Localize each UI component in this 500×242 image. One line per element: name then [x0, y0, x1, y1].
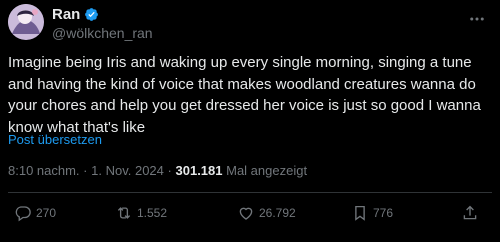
reply-count: 270 — [36, 206, 57, 220]
like-button[interactable]: 26.792 — [237, 204, 296, 222]
bookmark-button[interactable]: 776 — [351, 204, 393, 222]
tweet-text: Imagine being Iris and waking up every s… — [8, 54, 481, 136]
repost-icon — [115, 204, 133, 222]
repost-button[interactable]: 1.552 — [115, 204, 167, 222]
avatar-image-icon — [8, 4, 44, 40]
views-count: 301.181 — [175, 163, 223, 178]
action-bar: 270 1.552 26.792 776 — [0, 200, 500, 226]
share-icon — [461, 204, 479, 222]
tweet: Ran @wölkchen_ran Imagine being Iris and… — [0, 0, 500, 242]
divider — [8, 192, 492, 193]
share-button[interactable] — [461, 204, 479, 222]
tweet-header: Ran @wölkchen_ran — [52, 5, 460, 42]
reply-icon — [14, 204, 32, 222]
tweet-time[interactable]: 8:10 nachm. — [8, 163, 80, 178]
avatar[interactable] — [8, 4, 44, 40]
display-name[interactable]: Ran — [52, 6, 80, 23]
heart-icon — [237, 204, 255, 222]
tweet-date[interactable]: 1. Nov. 2024 — [91, 163, 164, 178]
meta-separator: · — [167, 163, 172, 178]
reply-button[interactable]: 270 — [14, 204, 56, 222]
repost-count: 1.552 — [137, 206, 168, 220]
name-row: Ran — [52, 5, 460, 23]
like-count: 26.792 — [259, 206, 296, 220]
bookmark-count: 776 — [373, 206, 394, 220]
verified-badge-icon — [84, 7, 99, 22]
user-handle[interactable]: @wölkchen_ran — [52, 25, 460, 41]
translate-post-link[interactable]: Post übersetzen — [8, 132, 102, 147]
more-dots-icon[interactable] — [468, 10, 486, 28]
views-label: Mal angezeigt — [226, 163, 308, 178]
meta-separator: · — [83, 163, 88, 178]
tweet-meta: 8:10 nachm. · 1. Nov. 2024 · 301.181 Mal… — [8, 163, 307, 178]
bookmark-icon — [351, 204, 369, 222]
